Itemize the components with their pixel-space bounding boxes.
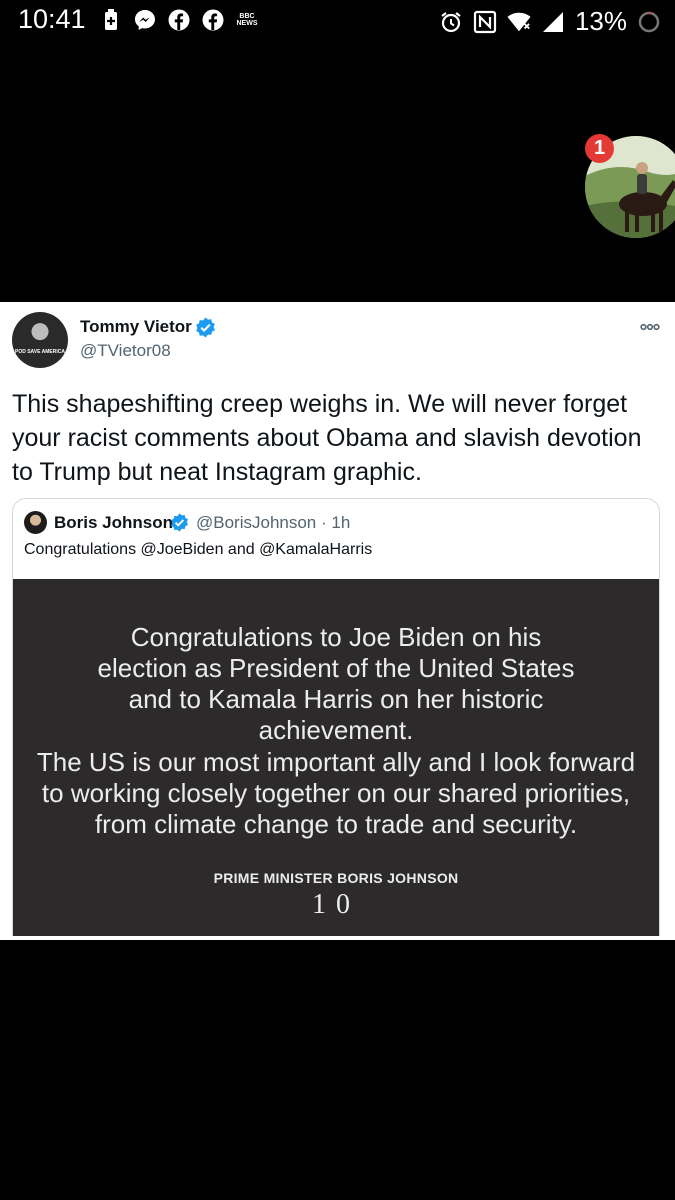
- notification-icons: BBC NEWS: [100, 9, 258, 31]
- image-signature: PRIME MINISTER BORIS JOHNSON: [213, 870, 459, 886]
- quoted-author-avatar: [24, 511, 47, 534]
- quoted-author-name: Boris Johnson: [54, 513, 174, 532]
- downing-street-logo: 10: [312, 889, 360, 920]
- avatar-shirt-text: POD SAVE AMERICA: [14, 349, 65, 355]
- author-name[interactable]: Tommy Vietor: [80, 317, 192, 337]
- quoted-handle-time: @BorisJohnson · 1h: [196, 513, 351, 532]
- tweet-card[interactable]: POD SAVE AMERICA Tommy Vietor @TVietor08…: [0, 302, 675, 936]
- tweet-text: This shapeshifting creep weighs in. We w…: [12, 390, 642, 486]
- verified-badge-icon: [195, 317, 216, 338]
- battery-percent: 13%: [574, 6, 627, 36]
- alarm-icon: [439, 10, 463, 34]
- quoted-tweet-image[interactable]: Congratulations to Joe Biden on his elec…: [13, 579, 659, 936]
- status-bar: 10:41 BBC NEWS 13%: [0, 0, 675, 44]
- quoted-tweet[interactable]: Boris Johnson @BorisJohnson · 1h Congrat…: [12, 498, 660, 936]
- panel-bottom-edge: [0, 936, 675, 940]
- chat-head-badge: 1: [585, 134, 614, 163]
- nfc-icon: [473, 10, 497, 34]
- image-paragraph-1: Congratulations to Joe Biden on his elec…: [97, 622, 575, 745]
- bbc-news-label-line2: NEWS: [236, 20, 258, 27]
- battery-icon: [637, 10, 661, 34]
- author-handle[interactable]: @TVietor08: [80, 341, 171, 361]
- system-icons: 13%: [439, 6, 661, 37]
- messenger-icon: [134, 9, 156, 31]
- bbc-news-label-line1: BBC: [239, 13, 255, 20]
- status-time: 10:41: [18, 4, 86, 34]
- wifi-icon: [507, 10, 531, 34]
- quoted-tweet-text: Congratulations @JoeBiden and @KamalaHar…: [24, 541, 373, 558]
- author-avatar[interactable]: POD SAVE AMERICA: [12, 312, 68, 368]
- image-paragraph-2: The US is our most important ally and I …: [36, 747, 636, 839]
- facebook-icon: [168, 9, 190, 31]
- more-options-icon[interactable]: [640, 320, 660, 332]
- bbc-news-icon: BBC NEWS: [236, 9, 258, 31]
- battery-saver-icon: [100, 9, 122, 31]
- cell-signal-icon: [541, 10, 565, 34]
- quoted-verified-badge-icon: [170, 513, 189, 532]
- facebook-icon: [202, 9, 224, 31]
